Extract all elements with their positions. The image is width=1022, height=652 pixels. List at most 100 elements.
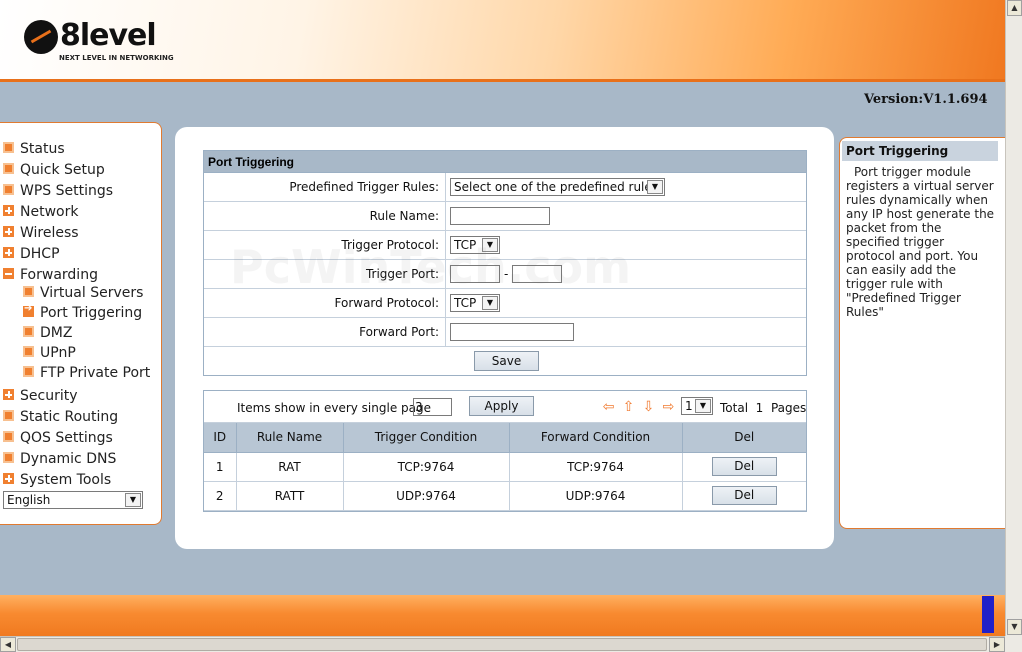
dot-icon xyxy=(23,366,34,377)
sidebar-item-virtual-servers[interactable]: Virtual Servers xyxy=(23,285,143,303)
chevron-down-icon[interactable]: ▼ xyxy=(482,296,498,310)
sidebar-item-dhcp[interactable]: DHCP xyxy=(3,246,60,264)
sidebar-item-network[interactable]: Network xyxy=(3,204,78,222)
plus-icon xyxy=(3,389,14,400)
help-title: Port Triggering xyxy=(842,141,998,161)
forward-protocol-value: TCP xyxy=(454,296,477,310)
arrow-right-icon xyxy=(23,303,34,317)
dot-icon xyxy=(3,410,14,421)
horizontal-scrollbar[interactable]: ◀ ▶ xyxy=(0,636,1005,652)
first-page-icon[interactable]: ⇦ xyxy=(601,400,616,414)
apply-button[interactable]: Apply xyxy=(469,396,534,416)
footer xyxy=(0,595,1005,636)
trigger-port-to-input[interactable] xyxy=(512,265,563,283)
chevron-down-icon[interactable]: ▼ xyxy=(695,399,711,413)
dot-icon xyxy=(3,431,14,442)
minus-icon xyxy=(3,268,14,279)
sidebar-item-upnp[interactable]: UPnP xyxy=(23,345,76,363)
dot-icon xyxy=(3,184,14,195)
forward-protocol-row: Forward Protocol: TCP ▼ xyxy=(204,289,806,318)
dot-icon xyxy=(23,326,34,337)
column-header-del: Del xyxy=(682,423,806,453)
chevron-down-icon[interactable]: ▼ xyxy=(482,238,498,252)
sidebar-item-static-routing[interactable]: Static Routing xyxy=(3,409,118,427)
trigger-port-from-input[interactable] xyxy=(450,265,500,283)
dot-icon xyxy=(3,452,14,463)
rules-list: Items show in every single page 3 Apply … xyxy=(203,390,807,512)
scroll-down-icon[interactable]: ▼ xyxy=(1007,619,1022,635)
cell-id: 2 xyxy=(204,481,237,511)
column-header-trigger-condition: Trigger Condition xyxy=(343,423,510,453)
forward-port-label: Forward Port: xyxy=(204,318,446,346)
sidebar-item-system-tools[interactable]: System Tools xyxy=(3,472,111,490)
total-pages-count: 1 xyxy=(755,401,764,415)
pages-label: Pages xyxy=(770,401,807,415)
forward-protocol-select[interactable]: TCP ▼ xyxy=(450,294,500,312)
language-select[interactable]: English ▼ xyxy=(3,491,143,509)
column-header-id: ID xyxy=(204,423,237,453)
last-page-icon[interactable]: ⇨ xyxy=(661,400,676,414)
sidebar-item-port-triggering[interactable]: Port Triggering xyxy=(23,303,142,323)
trigger-protocol-value: TCP xyxy=(454,238,477,252)
sidebar-item-dmz[interactable]: DMZ xyxy=(23,325,72,343)
version-label: Version:V1.1.694 xyxy=(864,92,988,107)
language-value: English xyxy=(7,493,51,507)
sidebar-item-wireless[interactable]: Wireless xyxy=(3,225,79,243)
predefined-rules-value: Select one of the predefined rules xyxy=(454,180,659,194)
cell-forward-condition: TCP:9764 xyxy=(509,452,683,482)
plus-icon xyxy=(3,205,14,216)
plus-icon xyxy=(3,247,14,258)
scroll-up-icon[interactable]: ▲ xyxy=(1007,0,1022,16)
previous-page-icon[interactable]: ⇧ xyxy=(621,400,636,414)
delete-button[interactable]: Del xyxy=(711,457,777,476)
dot-icon xyxy=(3,142,14,153)
scroll-corner xyxy=(1005,636,1022,652)
form-title: Port Triggering xyxy=(204,151,806,173)
footer-mark xyxy=(982,596,994,633)
items-per-page-input[interactable]: 3 xyxy=(413,398,452,416)
sidebar-item-ftp-private-port[interactable]: FTP Private Port xyxy=(23,365,150,383)
sidebar-item-security[interactable]: Security xyxy=(3,388,78,406)
cell-rule-name: RATT xyxy=(236,481,344,511)
sidebar-item-forwarding[interactable]: Forwarding xyxy=(3,267,98,285)
rules-table: ID Rule Name Trigger Condition Forward C… xyxy=(204,423,806,511)
column-header-rule-name: Rule Name xyxy=(236,423,344,453)
sidebar-item-dynamic-dns[interactable]: Dynamic DNS xyxy=(3,451,116,469)
forward-port-row: Forward Port: xyxy=(204,318,806,347)
table-row: 1 RAT TCP:9764 TCP:9764 Del xyxy=(204,452,806,482)
items-per-page-label: Items show in every single page xyxy=(237,401,431,415)
save-button[interactable]: Save xyxy=(474,351,539,371)
sidebar-item-qos-settings[interactable]: QOS Settings xyxy=(3,430,113,448)
pager-row: Items show in every single page 3 Apply … xyxy=(204,391,806,423)
page-select[interactable]: 1 ▼ xyxy=(681,397,713,415)
trigger-protocol-select[interactable]: TCP ▼ xyxy=(450,236,500,254)
rule-name-label: Rule Name: xyxy=(204,202,446,230)
table-header-row: ID Rule Name Trigger Condition Forward C… xyxy=(204,423,806,453)
next-page-icon[interactable]: ⇩ xyxy=(641,400,656,414)
total-pages: Total 1 Pages xyxy=(720,401,806,415)
trigger-protocol-label: Trigger Protocol: xyxy=(204,231,446,259)
sidebar-item-wps-settings[interactable]: WPS Settings xyxy=(3,183,113,201)
vertical-scrollbar[interactable]: ▲ ▼ xyxy=(1005,0,1022,636)
trigger-port-label: Trigger Port: xyxy=(204,260,446,288)
plus-icon xyxy=(3,226,14,237)
dot-icon xyxy=(23,346,34,357)
sidebar-item-quick-setup[interactable]: Quick Setup xyxy=(3,162,105,180)
header: 8level NEXT LEVEL IN NETWORKING xyxy=(0,0,1005,82)
scroll-right-icon[interactable]: ▶ xyxy=(989,637,1005,652)
sidebar-item-status[interactable]: Status xyxy=(3,141,65,159)
forward-port-input[interactable] xyxy=(450,323,574,341)
port-trigger-form: Port Triggering Predefined Trigger Rules… xyxy=(203,150,807,376)
rule-name-input[interactable] xyxy=(450,207,550,225)
predefined-rules-label: Predefined Trigger Rules: xyxy=(204,173,446,201)
trigger-protocol-row: Trigger Protocol: TCP ▼ xyxy=(204,231,806,260)
sidebar-nav: Status Quick Setup WPS Settings Network … xyxy=(0,122,162,525)
dot-icon xyxy=(23,286,34,297)
delete-button[interactable]: Del xyxy=(711,486,777,505)
chevron-down-icon[interactable]: ▼ xyxy=(125,493,141,507)
predefined-rules-select[interactable]: Select one of the predefined rules ▼ xyxy=(450,178,665,196)
chevron-down-icon[interactable]: ▼ xyxy=(647,180,663,194)
horizontal-scroll-thumb[interactable] xyxy=(17,638,987,651)
rule-name-row: Rule Name: xyxy=(204,202,806,231)
scroll-left-icon[interactable]: ◀ xyxy=(0,637,16,652)
